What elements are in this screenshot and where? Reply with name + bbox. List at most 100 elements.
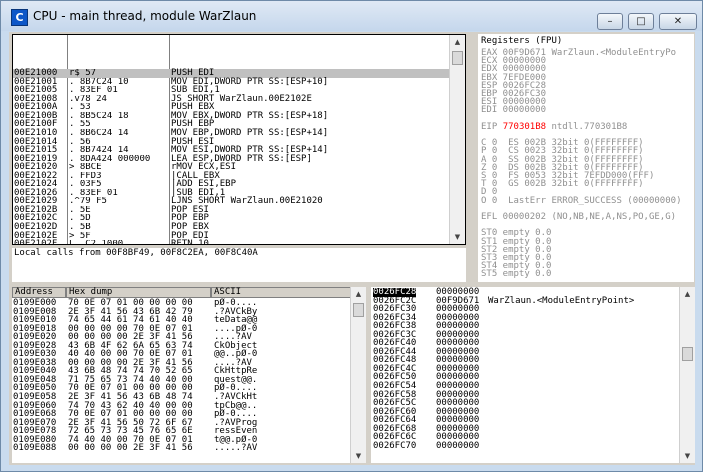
disassembly-row[interactable]: 00E2102C. 5D POP EBP: [13, 214, 465, 223]
register-eip-value[interactable]: 770301B8: [503, 122, 546, 132]
info-pane: Local calls from 00F8BF49, 00F8C2EA, 00F…: [12, 248, 466, 282]
register-eip-line: EIP 770301B8 ntdll.770301B8: [481, 121, 628, 132]
instruction-bytes: > 8BCE: [69, 163, 102, 172]
instruction-bytes: . 03F5: [69, 180, 102, 189]
maximize-button[interactable]: □: [628, 13, 654, 30]
stack-row[interactable]: 0026FC2C 00F9D671 WarZlaun.<ModuleEntryPoi…: [373, 296, 681, 306]
stack-row[interactable]: 0026FC3C 00000000: [373, 330, 681, 340]
dump-scrollbar[interactable]: ▲ ▼: [350, 287, 366, 463]
instruction-text: POP EDI: [171, 230, 209, 241]
stack-row[interactable]: 0026FC60 00000000: [373, 407, 681, 417]
instruction-bytes: r$ 57: [69, 69, 97, 78]
instruction-bytes: . 8DA424 000000: [69, 154, 151, 164]
stack-row[interactable]: 0026FC34 00000000: [373, 313, 681, 323]
minimize-button[interactable]: –: [597, 13, 623, 30]
disassembly-row[interactable]: 00E21010. 8B6C24 14 MOV EBP,DWORD PTR SS:…: [13, 129, 465, 138]
scroll-up-icon[interactable]: ▲: [351, 287, 366, 301]
registers-title: Registers (FPU): [481, 36, 563, 46]
scroll-down-icon[interactable]: ▼: [680, 449, 695, 463]
instruction-bytes: .^79 F5: [69, 197, 107, 206]
disassembly-row[interactable]: 00E2102D. 5B POP EBX: [13, 223, 465, 232]
stack-row[interactable]: 0026FC4C 00000000: [373, 365, 681, 374]
local-calls-text: Local calls from 00F8BF49, 00F8C2EA, 00F…: [14, 248, 258, 258]
instruction-text: MOV EBP,DWORD PTR SS:[ESP+14]: [171, 128, 329, 139]
instruction-bytes: . FFD3: [69, 171, 102, 181]
cpu-client-area: 00E21000 r$ 57 PUSH EDI 00E21001. 8B7C24 10…: [9, 32, 695, 465]
instruction-text: MOV EBX,DWORD PTR SS:[ESP+18]: [171, 110, 329, 121]
stack-pane[interactable]: 0026FC28 00000000 0026FC2C 00F9D671 WarZlaun…: [371, 287, 695, 463]
register-line[interactable]: T 0 GS 002B 32bit 0(FFFFFFFF): [481, 180, 644, 189]
disassembly-row[interactable]: 00E21001. 8B7C24 10 MOV EDI,DWORD PTR SS:…: [13, 77, 465, 87]
scroll-down-icon[interactable]: ▼: [351, 449, 366, 463]
scroll-up-icon[interactable]: ▲: [680, 287, 695, 301]
instruction-bytes: . 5B: [69, 223, 91, 232]
stack-row[interactable]: 0026FC70 00000000: [373, 442, 681, 451]
instruction-bytes: . 56: [69, 137, 91, 147]
disassembly-row[interactable]: 00E21020 > 8BCE rMOV ECX,ESI: [13, 163, 465, 172]
disassembly-row[interactable]: 00E2102E > 5F POP EDI: [13, 230, 465, 241]
dump-header-address[interactable]: Address: [12, 287, 66, 298]
disassembly-scrollbar[interactable]: ▲ ▼: [449, 35, 465, 244]
register-eip-label: EIP: [481, 121, 503, 132]
scroll-thumb[interactable]: [452, 51, 463, 65]
instruction-bytes: . 83EF 01: [69, 86, 118, 95]
instruction-bytes: . 8B6C24 14: [69, 129, 129, 138]
stack-row[interactable]: 0026FC5C 00000000: [373, 399, 681, 408]
scroll-down-icon[interactable]: ▼: [450, 230, 465, 244]
scroll-up-icon[interactable]: ▲: [450, 35, 465, 49]
scroll-thumb[interactable]: [682, 347, 693, 361]
disassembly-row[interactable]: 00E2102F L. C2 1000RETN 10: [13, 239, 465, 245]
register-line[interactable]: EDI 00000000: [481, 106, 546, 115]
stack-row[interactable]: 0026FC38 00000000: [373, 322, 681, 331]
stack-rows: 0026FC28 00000000 0026FC2C 00F9D671 WarZlaun…: [373, 288, 681, 450]
dump-ascii: .....?AV: [214, 443, 258, 454]
registers-pane[interactable]: Registers (FPU) EAX 00F9D671 WarZlaun.<M…: [478, 34, 694, 282]
register-line[interactable]: EFL 00000202 (NO,NB,NE,A,NS,PO,GE,G): [481, 213, 676, 222]
register-line[interactable]: O 0 LastErr ERROR_SUCCESS (00000000): [481, 196, 681, 206]
instruction-bytes: . 5D: [69, 214, 91, 224]
instruction-bytes: . 8B5C24 18: [69, 111, 129, 121]
instruction-text: JS SHORT WarZlaun.00E2102E: [171, 93, 312, 104]
instruction-text: RETN 10: [171, 239, 209, 245]
stack-row[interactable]: 0026FC40 00000000: [373, 339, 681, 348]
stack-row[interactable]: 0026FC44 00000000: [373, 348, 681, 357]
disassembly-row[interactable]: 00E21022. FFD3 |CALL EBX: [13, 171, 465, 181]
disassembly-row[interactable]: 00E21024. 03F5 |ADD ESI,EBP: [13, 180, 465, 189]
dump-header-ascii[interactable]: ASCII: [211, 287, 351, 298]
disassembly-row[interactable]: 00E21019. 8DA424 000000 LEA ESP,DWORD PTR…: [13, 154, 465, 164]
stack-row[interactable]: 0026FC48 00000000: [373, 356, 681, 365]
dump-hex: 00 00 00 00 2E 3F 41 56: [68, 443, 193, 454]
dump-rows: 0109E000 70 0E 07 01 00 00 00 00 pØ-0.... 0…: [12, 299, 351, 453]
title-bar[interactable]: C CPU - main thread, module WarZlaun – □…: [1, 1, 702, 31]
disassembly-row[interactable]: 00E2102B. 5E POP ESI: [13, 206, 465, 215]
instruction-bytes: . 55: [69, 120, 91, 130]
instruction-bytes: . 8B7C24 10: [69, 77, 129, 87]
disassembly-pane[interactable]: 00E21000 r$ 57 PUSH EDI 00E21001. 8B7C24 10…: [12, 34, 466, 245]
stack-address: 0026FC70: [373, 440, 417, 451]
register-line[interactable]: ST5 empty 0.0: [481, 270, 551, 279]
register-eip-comment: ntdll.770301B8: [546, 121, 628, 132]
instruction-text: LJNS SHORT WarZlaun.00E21020: [171, 196, 323, 207]
dump-row[interactable]: 0109E088 00 00 00 00 2E 3F 41 56 .....?AV: [12, 444, 351, 453]
stack-value: 00000000: [436, 440, 480, 451]
stack-row[interactable]: 0026FC50 00000000: [373, 373, 681, 382]
close-button[interactable]: ✕: [659, 13, 697, 30]
disassembly-row[interactable]: 00E21008 .v78 24 JS SHORT WarZlaun.00E2102…: [13, 95, 465, 104]
instruction-bytes: . 5E: [69, 205, 91, 215]
dump-header-hex[interactable]: Hex dump: [66, 287, 211, 298]
dump-address: 0109E088: [13, 443, 57, 454]
memory-dump-pane[interactable]: Address Hex dump ASCII 0109E000 70 0E 07 …: [12, 287, 366, 463]
instruction-bytes: . 8B7424 14: [69, 146, 129, 155]
stack-row[interactable]: 0026FC58 00000000: [373, 390, 681, 400]
stack-row[interactable]: 0026FC6C 00000000: [373, 433, 681, 442]
scroll-thumb[interactable]: [353, 303, 364, 317]
stack-scrollbar[interactable]: ▲ ▼: [679, 287, 695, 463]
disassembly-row[interactable]: 00E21029 .^79 F5 LJNS SHORT WarZlaun.00E21…: [13, 197, 465, 206]
disassembly-row[interactable]: 00E2100B. 8B5C24 18 MOV EBX,DWORD PTR SS:…: [13, 112, 465, 121]
stack-row[interactable]: 0026FC64 00000000: [373, 416, 681, 425]
stack-row[interactable]: 0026FC68 00000000: [373, 424, 681, 434]
stack-row[interactable]: 0026FC30 00000000: [373, 305, 681, 314]
window-title: CPU - main thread, module WarZlaun: [33, 9, 257, 23]
instruction-text: POP ESI: [171, 204, 209, 215]
stack-row[interactable]: 0026FC54 00000000: [373, 382, 681, 391]
